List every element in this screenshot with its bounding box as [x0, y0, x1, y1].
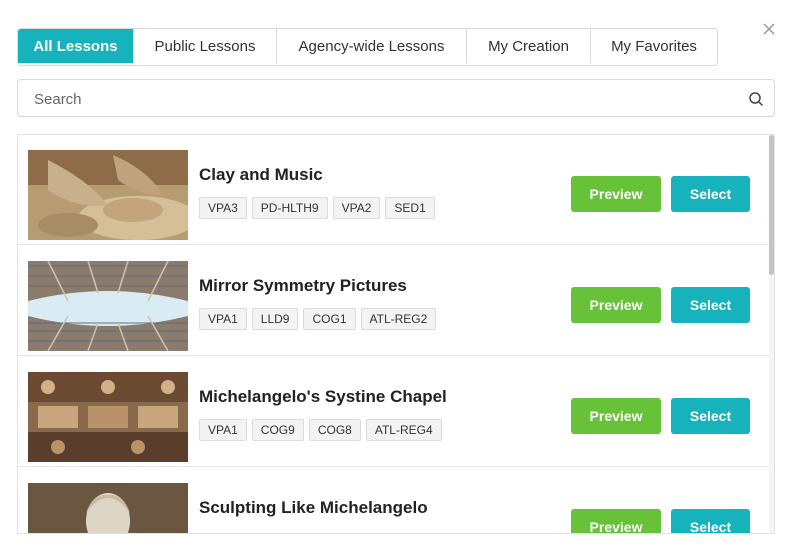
- lesson-title: Mirror Symmetry Pictures: [199, 276, 407, 295]
- lesson-tag: LLD9: [251, 308, 299, 330]
- lesson-list: Clay and Music VPA3 PD-HLTH9 VPA2 SED1 P…: [17, 134, 775, 534]
- lesson-title: Michelangelo's Systine Chapel: [199, 387, 447, 406]
- scrollbar-track[interactable]: [769, 135, 774, 533]
- tab-my-creation[interactable]: My Creation: [467, 29, 591, 63]
- lesson-title: Sculpting Like Michelangelo: [199, 498, 428, 517]
- lesson-tag: COG1: [303, 308, 356, 330]
- lesson-tag: COG8: [308, 419, 361, 441]
- lesson-row-mirror-symmetry: Mirror Symmetry Pictures VPA1 LLD9 COG1 …: [18, 246, 772, 356]
- preview-button[interactable]: Preview: [571, 398, 661, 434]
- select-button[interactable]: Select: [671, 176, 750, 212]
- tab-agency-wide-lessons[interactable]: Agency-wide Lessons: [277, 29, 467, 63]
- tab-public-lessons[interactable]: Public Lessons: [134, 29, 277, 63]
- lesson-row-sculpting: Sculpting Like Michelangelo Preview Sele…: [18, 468, 772, 533]
- lesson-tag: ATL-REG4: [365, 419, 442, 441]
- scrollbar-thumb[interactable]: [769, 135, 774, 275]
- lesson-tag: COG9: [251, 419, 304, 441]
- lesson-tag: VPA1: [199, 419, 247, 441]
- lesson-tag: VPA2: [332, 197, 381, 219]
- lesson-tag: PD-HLTH9: [251, 197, 328, 219]
- lesson-tags: VPA1 LLD9 COG1 ATL-REG2: [199, 308, 441, 330]
- lesson-row-sistine-chapel: Michelangelo's Systine Chapel VPA1 COG9 …: [18, 357, 772, 467]
- close-icon[interactable]: [760, 20, 778, 38]
- select-button[interactable]: Select: [671, 398, 750, 434]
- lesson-tabs: All Lessons Public Lessons Agency-wide L…: [17, 28, 718, 66]
- preview-button[interactable]: Preview: [571, 176, 661, 212]
- lesson-tag: SED1: [385, 197, 435, 219]
- symmetric-architecture-image: [28, 261, 188, 351]
- tab-all-lessons[interactable]: All Lessons: [18, 29, 134, 63]
- preview-button[interactable]: Preview: [571, 287, 661, 323]
- lesson-tags: VPA1 COG9 COG8 ATL-REG4: [199, 419, 447, 441]
- select-button[interactable]: Select: [671, 287, 750, 323]
- search-box: [17, 79, 775, 118]
- pottery-hands-image: [28, 150, 188, 240]
- lesson-tag: VPA3: [199, 197, 247, 219]
- sistine-chapel-fresco-image: [28, 372, 188, 462]
- lesson-row-clay-and-music: Clay and Music VPA3 PD-HLTH9 VPA2 SED1 P…: [18, 135, 772, 245]
- lesson-tags: VPA3 PD-HLTH9 VPA2 SED1: [199, 197, 440, 219]
- preview-button[interactable]: Preview: [571, 509, 661, 533]
- lesson-tag: ATL-REG2: [360, 308, 437, 330]
- search-input[interactable]: [32, 80, 736, 118]
- lesson-tag: VPA1: [199, 308, 247, 330]
- select-button[interactable]: Select: [671, 509, 750, 533]
- search-icon[interactable]: [748, 91, 764, 107]
- lesson-title: Clay and Music: [199, 165, 323, 184]
- david-statue-image: [28, 483, 188, 533]
- tab-my-favorites[interactable]: My Favorites: [591, 29, 717, 63]
